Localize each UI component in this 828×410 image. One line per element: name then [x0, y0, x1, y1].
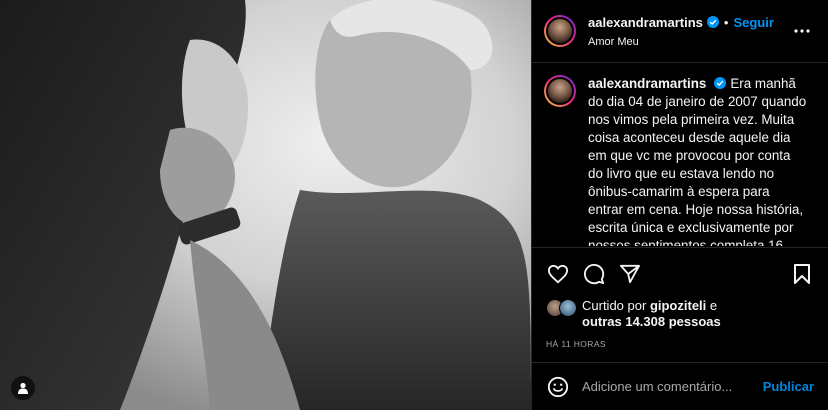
liker-avatar: [559, 299, 577, 317]
post-caption: aalexandramartins Era manhã do dia 04 de …: [532, 63, 828, 246]
share-icon[interactable]: [618, 262, 642, 286]
emoji-icon[interactable]: [546, 375, 570, 399]
publish-button[interactable]: Publicar: [763, 379, 814, 394]
likes-and: e: [709, 298, 718, 313]
heart-icon[interactable]: [546, 262, 570, 286]
caption-verified-badge-icon: [714, 77, 727, 89]
more-options-icon[interactable]: [790, 19, 814, 43]
post-header: aalexandramartins • Seguir Amor Meu: [532, 0, 828, 63]
post-photo-image: [0, 0, 531, 410]
separator-dot: •: [723, 14, 729, 30]
post-photo[interactable]: [0, 0, 531, 410]
comment-bar: Publicar: [532, 362, 828, 410]
caption-username[interactable]: aalexandramartins: [588, 76, 706, 91]
post-sidebar: aalexandramartins • Seguir Amor Meu aale…: [531, 0, 828, 410]
author-username[interactable]: aalexandramartins: [588, 15, 703, 30]
tag-people-icon[interactable]: [11, 376, 35, 400]
verified-badge-icon: [706, 16, 719, 28]
bookmark-icon[interactable]: [790, 262, 814, 286]
author-avatar[interactable]: [544, 15, 576, 47]
post-timestamp[interactable]: HÁ 11 HORAS: [546, 339, 814, 349]
post-actions: Curtido por gipoziteli e outras 14.308 p…: [532, 247, 828, 349]
post-location[interactable]: Amor Meu: [588, 36, 790, 48]
likes-user-link[interactable]: gipoziteli: [650, 298, 706, 313]
comment-input[interactable]: [582, 379, 763, 394]
follow-button[interactable]: Seguir: [733, 15, 773, 30]
likes-count-link[interactable]: outras 14.308 pessoas: [582, 314, 721, 329]
caption-body: Era manhã do dia 04 de janeiro de 2007 q…: [588, 76, 807, 246]
liker-avatars[interactable]: [546, 299, 580, 319]
likes-summary: Curtido por gipoziteli e outras 14.308 p…: [546, 298, 814, 330]
likes-prefix: Curtido por: [582, 298, 647, 313]
caption-author-avatar[interactable]: [544, 75, 576, 107]
comment-icon[interactable]: [582, 262, 606, 286]
